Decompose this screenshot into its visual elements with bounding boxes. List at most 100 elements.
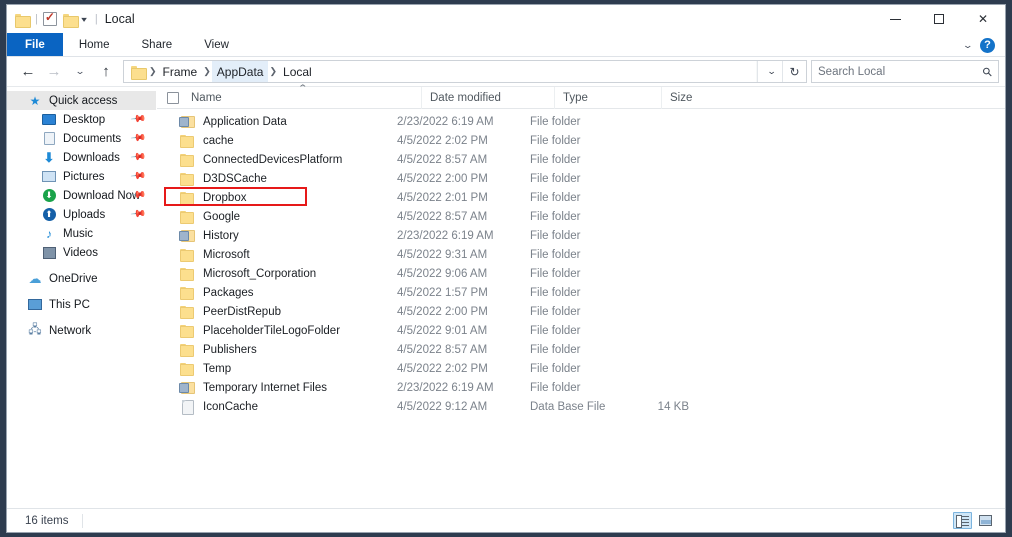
pin-icon[interactable]: 📌 [129,206,146,222]
navigation-pane: ★ Quick access Desktop 📌 Documents 📌 ⬇ D… [7,87,157,508]
sidebar-item-download-now[interactable]: ⬇ Download Now 📌 [7,186,156,205]
details-view-button[interactable] [953,512,972,529]
status-bar: 16 items [7,508,1005,532]
breadcrumb-separator-1[interactable]: ❯ [202,66,212,77]
status-divider [82,513,84,528]
sidebar-item-quick-access[interactable]: ★ Quick access [7,91,156,110]
file-explorer-window: | ▾ | Local ✕ File Home Share View ⌄ ? ←… [6,4,1006,533]
junction-folder-icon [179,115,195,129]
table-row[interactable]: D3DSCache 4/5/2022 2:00 PM File folder [157,169,1005,188]
file-name-label: PeerDistRepub [203,305,281,318]
table-row[interactable]: PlaceholderTileLogoFolder 4/5/2022 9:01 … [157,321,1005,340]
customize-qat-caret-icon[interactable]: ▾ [75,15,92,24]
table-row[interactable]: PeerDistRepub 4/5/2022 2:00 PM File fold… [157,302,1005,321]
file-name-cell: PeerDistRepub [179,305,397,319]
large-icons-view-button[interactable] [976,512,995,529]
tab-view[interactable]: View [188,33,245,56]
tab-share[interactable]: Share [126,33,189,56]
breadcrumb-separator-2[interactable]: ❯ [268,66,278,77]
sidebar-gap-2 [7,288,156,295]
tab-file[interactable]: File [7,33,63,56]
sidebar-item-this-pc[interactable]: This PC [7,295,156,314]
pin-icon[interactable]: 📌 [129,168,146,184]
explorer-body: ★ Quick access Desktop 📌 Documents 📌 ⬇ D… [7,83,1005,508]
sidebar-item-music[interactable]: ♪ Music [7,224,156,243]
file-date-cell: 2/23/2022 6:19 AM [397,381,494,394]
file-type-cell: Data Base File [530,400,606,413]
sidebar-item-pictures[interactable]: Pictures 📌 [7,167,156,186]
table-row[interactable]: Microsoft_Corporation 4/5/2022 9:06 AM F… [157,264,1005,283]
table-row[interactable]: IconCache 4/5/2022 9:12 AM Data Base Fil… [157,397,1005,416]
sidebar-item-uploads[interactable]: ⬆ Uploads 📌 [7,205,156,224]
recent-locations-button[interactable]: ⌄ [62,60,98,84]
breadcrumb-item-appdata[interactable]: AppData [211,61,269,82]
folder-icon[interactable] [15,13,31,28]
address-dropdown-icon[interactable]: ⌄ [756,61,786,82]
file-date-cell: 4/5/2022 2:00 PM [397,172,488,185]
desktop-icon [41,113,57,127]
sidebar-item-network[interactable]: 🖧 Network [7,321,156,340]
sidebar-item-downloads[interactable]: ⬇ Downloads 📌 [7,148,156,167]
table-row-dropbox[interactable]: Dropbox 4/5/2022 2:01 PM File folder [157,188,1005,207]
file-name-cell: Microsoft [179,248,397,262]
downloads-icon: ⬇ [43,150,55,165]
file-date-cell: 4/5/2022 8:57 AM [397,153,488,166]
file-date-cell: 4/5/2022 8:57 AM [397,343,488,356]
chevron-down-icon[interactable]: ⌄ [963,40,974,51]
file-date-cell: 4/5/2022 9:01 AM [397,324,488,337]
file-date-cell: 2/23/2022 6:19 AM [397,115,494,128]
properties-icon[interactable] [42,10,57,26]
tab-home[interactable]: Home [63,33,126,56]
junction-folder-icon [179,229,195,243]
file-name-cell: Publishers [179,343,397,357]
pin-icon[interactable]: 📌 [129,149,146,165]
column-header-type[interactable]: Type [554,86,661,109]
file-name-cell: Microsoft_Corporation [179,267,397,281]
search-input[interactable]: Search Local [818,66,983,78]
file-name-label: Publishers [203,343,257,356]
breadcrumb-bar[interactable]: ❯ Frame ❯ AppData ❯ Local ⌄ ↻ [123,60,807,83]
sidebar-item-onedrive[interactable]: ☁ OneDrive [7,269,156,288]
minimize-button[interactable] [873,5,917,33]
breadcrumb-item-frame[interactable]: Frame [158,61,203,82]
details-view-icon [956,515,969,528]
ribbon-right-controls: ⌄ ? [963,33,1001,57]
close-button[interactable]: ✕ [961,5,1005,33]
pin-icon[interactable]: 📌 [129,111,146,127]
breadcrumb-separator-0[interactable]: ❯ [148,66,158,77]
close-icon: ✕ [977,12,989,26]
pin-icon[interactable]: 📌 [129,130,146,146]
column-header-name[interactable]: Name ⌃ [191,83,421,109]
table-row[interactable]: Google 4/5/2022 8:57 AM File folder [157,207,1005,226]
sidebar-label-videos: Videos [63,246,98,259]
help-icon[interactable]: ? [980,37,995,53]
maximize-button[interactable] [917,5,961,33]
table-row[interactable]: History 2/23/2022 6:19 AM File folder [157,226,1005,245]
column-header-size[interactable]: Size [661,86,731,109]
table-row[interactable]: Publishers 4/5/2022 8:57 AM File folder [157,340,1005,359]
this-pc-icon [27,298,43,312]
table-row[interactable]: ConnectedDevicesPlatform 4/5/2022 8:57 A… [157,150,1005,169]
search-box[interactable]: Search Local ⚲ [811,60,999,83]
breadcrumb-item-local[interactable]: Local [278,61,317,82]
sidebar-item-desktop[interactable]: Desktop 📌 [7,110,156,129]
table-row[interactable]: Application Data 2/23/2022 6:19 AM File … [157,112,1005,131]
refresh-icon[interactable]: ↻ [782,61,806,82]
sidebar-item-videos[interactable]: Videos [7,243,156,262]
back-button[interactable]: ← [15,60,41,84]
table-row[interactable]: cache 4/5/2022 2:02 PM File folder [157,131,1005,150]
sidebar-item-documents[interactable]: Documents 📌 [7,129,156,148]
column-header-date-modified[interactable]: Date modified [421,86,554,109]
table-row[interactable]: Temp 4/5/2022 2:02 PM File folder [157,359,1005,378]
table-row[interactable]: Temporary Internet Files 2/23/2022 6:19 … [157,378,1005,397]
select-all-checkbox[interactable] [167,91,179,104]
file-name-label: Temporary Internet Files [203,381,327,394]
sidebar-label-uploads: Uploads [63,208,106,221]
file-name-label: Temp [203,362,232,375]
file-name-cell: IconCache [179,399,397,415]
documents-icon [41,132,57,146]
table-row[interactable]: Microsoft 4/5/2022 9:31 AM File folder [157,245,1005,264]
maximize-icon [934,14,944,24]
table-row[interactable]: Packages 4/5/2022 1:57 PM File folder [157,283,1005,302]
file-date-cell: 4/5/2022 1:57 PM [397,286,488,299]
